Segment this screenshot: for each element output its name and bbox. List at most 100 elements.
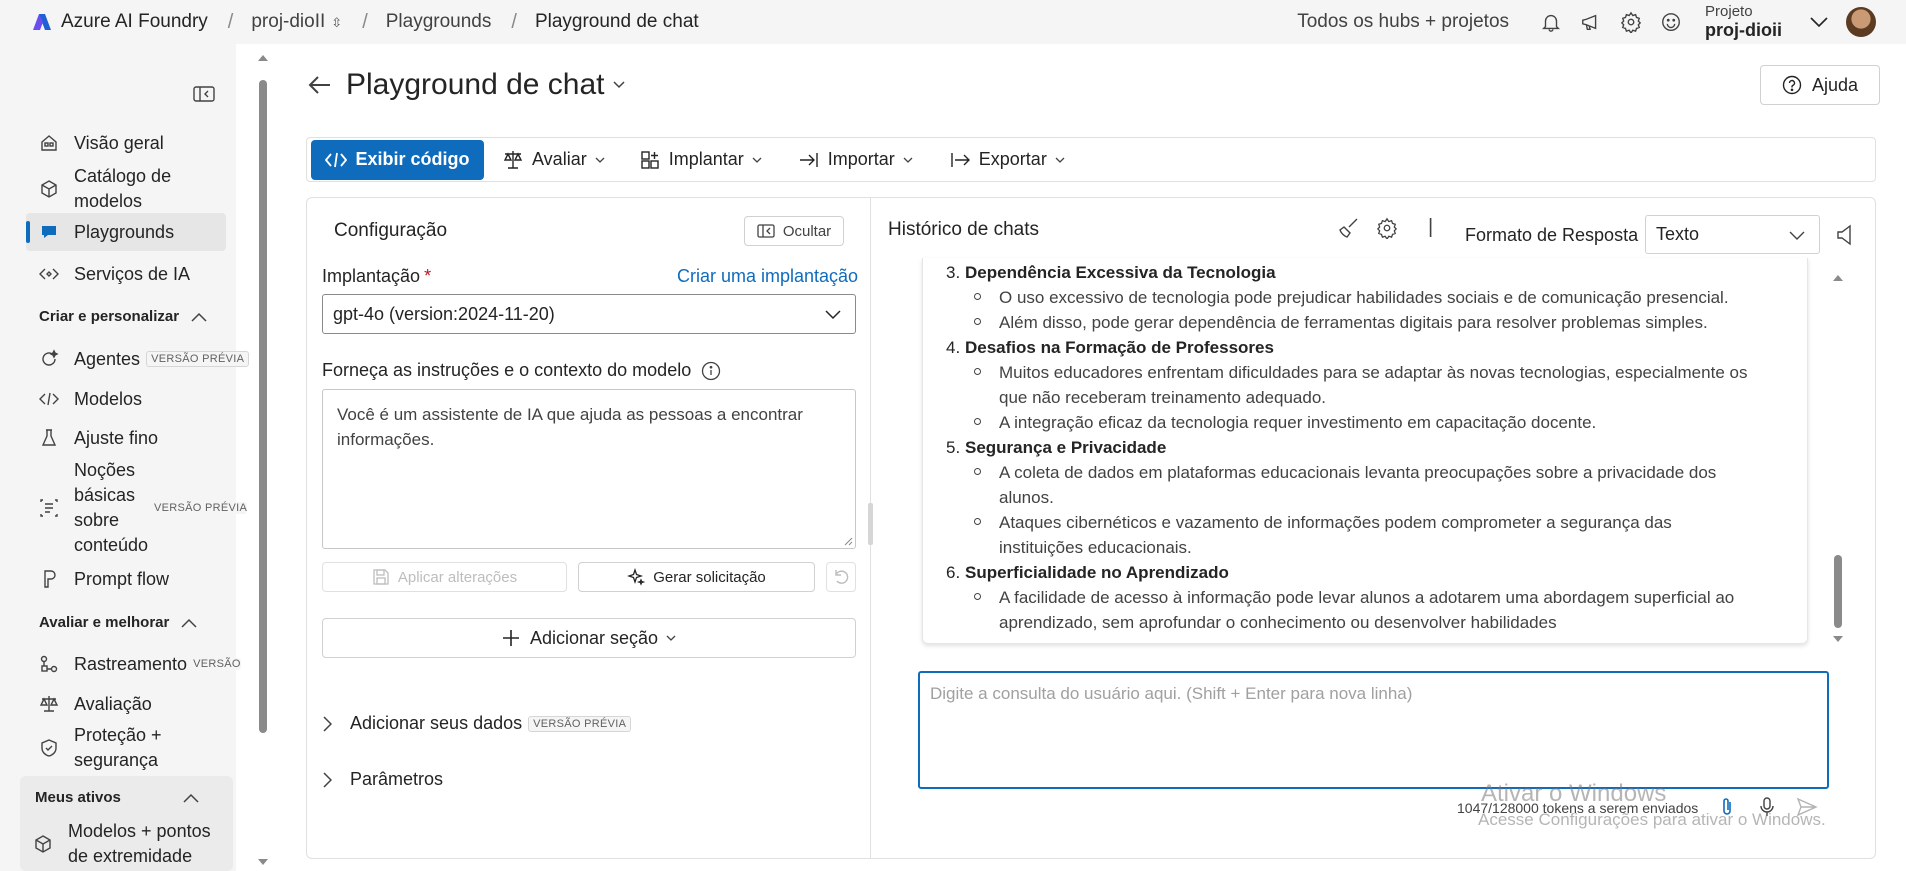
import-arrow-icon — [798, 149, 820, 171]
system-message-input[interactable]: Você é um assistente de IA que ajuda as … — [322, 389, 856, 549]
parameters-expander[interactable]: Parâmetros — [322, 769, 443, 790]
sidebar-item-tracing[interactable]: Rastreamento VERSÃO — [26, 651, 241, 677]
project-switcher[interactable]: Projeto proj-dioii — [1705, 3, 1782, 41]
create-deployment-link[interactable]: Criar uma implantação — [677, 266, 858, 287]
gear-icon[interactable] — [1376, 217, 1398, 239]
user-query-input[interactable]: Digite a consulta do usuário aqui. (Shif… — [918, 671, 1829, 789]
help-button[interactable]: Ajuda — [1760, 65, 1880, 105]
shield-icon — [38, 737, 60, 759]
sidebar-item-evaluation[interactable]: Avaliação — [26, 691, 226, 717]
chevron-down-icon — [903, 157, 913, 163]
sidebar-item-label: Rastreamento — [74, 653, 188, 674]
cube-icon — [32, 833, 54, 855]
sidebar-item-safety[interactable]: Proteção + segurança — [26, 722, 226, 774]
chat-icon — [38, 221, 60, 243]
sidebar-item-models[interactable]: Modelos — [26, 386, 226, 412]
sidebar-item-label: Serviços de IA — [74, 263, 191, 284]
list-heading: Dependência Excessiva da Tecnologia — [965, 263, 1276, 282]
microphone-icon[interactable] — [1756, 796, 1778, 818]
sidebar-item-label: Visão geral — [74, 132, 164, 153]
sidebar-item-models-endpoints[interactable]: Modelos + pontos de extremidade — [20, 818, 220, 870]
info-icon[interactable] — [701, 361, 721, 381]
broom-clear-icon[interactable] — [1338, 217, 1360, 239]
section-create-customize[interactable]: Criar e personalizar — [39, 308, 207, 325]
section-evaluate-improve[interactable]: Avaliar e melhorar — [39, 614, 197, 631]
chevron-down-icon — [1789, 231, 1805, 240]
sidebar-item-playgrounds[interactable]: Playgrounds — [26, 213, 226, 251]
preview-badge: VERSÃO PRÉVIA — [528, 715, 632, 732]
history-tools: | — [1338, 216, 1433, 239]
pane-resize-handle[interactable] — [868, 503, 873, 545]
agent-icon — [38, 348, 60, 370]
megaphone-icon[interactable] — [1579, 10, 1603, 34]
chevron-down-icon[interactable] — [1810, 17, 1828, 27]
sidebar-item-content-understanding[interactable]: Noções básicas sobre conteúdo VERSÃO PRÉ… — [26, 458, 248, 558]
evaluate-menu[interactable]: Avaliar — [502, 149, 605, 171]
chevron-down-icon — [666, 635, 676, 641]
chevron-down-icon[interactable] — [612, 81, 625, 89]
project-label: Projeto — [1705, 3, 1753, 21]
generate-prompt-button[interactable]: Gerar solicitação — [578, 562, 815, 592]
breadcrumb-playgrounds[interactable]: Playgrounds — [386, 11, 492, 33]
document-scan-icon — [38, 497, 60, 519]
bullet — [974, 418, 981, 425]
attach-icon[interactable] — [1716, 796, 1738, 818]
toolbar: Exibir código Avaliar Implantar Importar… — [306, 137, 1876, 182]
code-icon — [38, 388, 60, 410]
token-count: 1047/128000 tokens a serem enviados — [1457, 800, 1699, 816]
speaker-icon[interactable] — [1836, 224, 1854, 246]
sidebar-item-model-catalog[interactable]: Catálogo de modelos — [26, 164, 226, 214]
sidebar-scrollbar[interactable] — [256, 52, 270, 871]
deployment-select[interactable]: gpt-4o (version:2024-11-20) — [322, 294, 856, 334]
sidebar-item-label: Prompt flow — [74, 568, 170, 589]
send-icon[interactable] — [1796, 796, 1818, 818]
export-menu[interactable]: Exportar — [949, 149, 1065, 171]
add-section-button[interactable]: Adicionar seção — [322, 618, 856, 658]
list-item: alunos. — [999, 488, 1054, 507]
brand[interactable]: Azure AI Foundry — [32, 11, 208, 33]
all-hubs-link[interactable]: Todos os hubs + projetos — [1297, 11, 1509, 33]
resize-grip-icon[interactable] — [843, 536, 853, 546]
chevron-right-icon — [323, 715, 332, 732]
breadcrumb-project[interactable]: proj-dioII ⇳ — [251, 11, 342, 33]
import-menu[interactable]: Importar — [798, 149, 913, 171]
undo-button[interactable] — [826, 562, 856, 592]
sidebar-item-ai-services[interactable]: Serviços de IA — [26, 261, 226, 287]
collapse-sidebar-icon[interactable] — [193, 84, 215, 104]
avatar[interactable] — [1846, 7, 1876, 37]
sidebar-item-prompt-flow[interactable]: Prompt flow — [26, 566, 226, 592]
deploy-menu[interactable]: Implantar — [639, 149, 762, 171]
scroll-up-icon[interactable] — [1832, 274, 1844, 282]
smiley-icon[interactable] — [1659, 10, 1683, 34]
sidebar-item-agents[interactable]: Agentes VERSÃO PRÉVIA — [26, 346, 250, 372]
cube-icon — [38, 178, 60, 200]
instructions-label: Forneça as instruções e o contexto do mo… — [322, 360, 721, 381]
breadcrumb-separator: / — [362, 10, 368, 33]
list-item: que não receberam treinamento adequado. — [999, 388, 1327, 407]
bell-icon[interactable] — [1539, 10, 1563, 34]
breadcrumb-separator: / — [227, 10, 234, 33]
add-your-data-expander[interactable]: Adicionar seus dados VERSÃO PRÉVIA — [322, 713, 632, 734]
azure-logo-icon — [33, 14, 51, 30]
response-format-select[interactable]: Texto — [1645, 215, 1820, 254]
back-arrow-icon[interactable] — [308, 75, 332, 95]
project-name: proj-dioii — [1705, 20, 1782, 41]
sidebar-item-overview[interactable]: Visão geral — [26, 130, 226, 156]
scroll-up-icon[interactable] — [257, 54, 269, 62]
section-my-assets[interactable]: Meus ativos — [35, 789, 199, 806]
chevron-updown-icon: ⇳ — [331, 15, 343, 30]
undo-icon — [835, 570, 849, 584]
scroll-down-icon[interactable] — [257, 858, 269, 866]
list-item: Ataques cibernéticos e vazamento de info… — [999, 513, 1672, 532]
scroll-down-icon[interactable] — [1832, 635, 1844, 643]
apply-changes-button[interactable]: Aplicar alterações — [322, 562, 567, 592]
bullet — [974, 293, 981, 300]
chevron-down-icon — [595, 157, 605, 163]
gear-icon[interactable] — [1619, 10, 1643, 34]
hide-config-button[interactable]: Ocultar — [744, 216, 844, 246]
sidebar-item-fine-tuning[interactable]: Ajuste fino — [26, 425, 226, 451]
scrollbar-thumb[interactable] — [259, 80, 267, 733]
scrollbar-thumb[interactable] — [1834, 555, 1842, 628]
view-code-button[interactable]: Exibir código — [311, 139, 484, 180]
chat-scrollbar[interactable] — [1830, 265, 1846, 651]
